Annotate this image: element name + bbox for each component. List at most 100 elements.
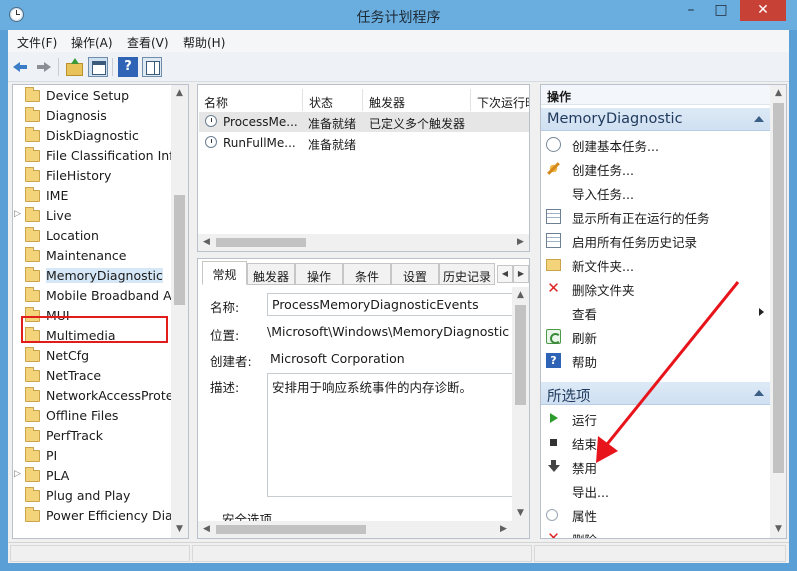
tab-scroll-left-icon[interactable]: ◀ [497,265,513,283]
details-scroll-thumb[interactable] [515,305,526,405]
tab-general[interactable]: 常规 [202,261,247,285]
expand-arrow-icon[interactable]: ▷ [14,209,22,219]
forward-arrow-icon[interactable] [33,57,53,77]
tab-actions[interactable]: 操作 [295,263,343,285]
tree-item[interactable]: File Classification Infr [13,146,179,166]
action-item[interactable]: ? 帮助 [541,349,770,372]
column-header-next-run[interactable]: 下次运行时 [471,89,529,111]
tree-item[interactable]: MemoryDiagnostic [13,266,173,286]
scroll-right-icon[interactable]: ▶ [512,234,529,251]
tree-item[interactable]: DiskDiagnostic [13,126,173,146]
menu-view[interactable]: 查看(V) [127,34,169,51]
tree-item-label: FileHistory [46,168,112,183]
tree-scroll-thumb[interactable] [174,195,185,305]
memorydiagnostic-section-header[interactable]: MemoryDiagnostic [541,108,770,131]
tab-scroll-right-icon[interactable]: ▶ [513,265,529,283]
up-folder-icon[interactable] [64,57,84,77]
maximize-button[interactable]: □ [706,0,736,21]
column-header-status[interactable]: 状态 [303,89,363,111]
tree-item[interactable]: Maintenance [13,246,173,266]
task-row[interactable]: ProcessMe... 准备就绪 已定义多个触发器 [199,112,529,132]
scroll-left-icon[interactable]: ◀ [198,521,215,538]
actions-scroll-thumb[interactable] [773,103,784,473]
action-item-label: 属性 [572,509,598,524]
details-vertical-scrollbar[interactable]: ▲ ▼ [512,287,529,522]
menu-help[interactable]: 帮助(H) [183,34,225,51]
selected-item-section-header[interactable]: 所选项 [541,382,770,405]
minimize-button[interactable]: – [676,0,706,21]
tree-item[interactable]: Mobile Broadband A [13,286,173,306]
tree-item[interactable]: ▷ PLA [13,466,173,486]
scroll-down-icon[interactable]: ▼ [770,521,786,538]
tree-item[interactable]: Location [13,226,173,246]
action-item[interactable]: 禁用 [541,455,770,478]
action-item[interactable]: 导入任务... [541,181,770,204]
action-item[interactable]: 导出... [541,479,770,502]
menu-file[interactable]: 文件(F) [17,34,57,51]
tree-item[interactable]: ▷ Live [13,206,173,226]
action-item[interactable]: 显示所有正在运行的任务 [541,205,770,228]
tree-item[interactable]: Offline Files [13,406,173,426]
show-hide-action-pane-icon[interactable] [142,57,162,77]
scroll-up-icon[interactable]: ▲ [512,287,529,304]
menu-action[interactable]: 操作(A) [71,34,113,51]
tree-item[interactable]: IME [13,186,173,206]
tree-item[interactable]: Device Setup [13,86,173,106]
tree-item[interactable]: PerfTrack [13,426,173,446]
scroll-down-icon[interactable]: ▼ [171,521,188,538]
action-item[interactable]: 结束 [541,431,770,454]
scroll-down-icon[interactable]: ▼ [512,505,529,522]
action-item[interactable]: 刷新 [541,325,770,348]
folder-icon [25,367,40,382]
action-item[interactable]: ✕ 删除文件夹 [541,277,770,300]
author-value: Microsoft Corporation [270,351,405,366]
show-hide-console-tree-icon[interactable] [88,57,108,77]
tree-vertical-scrollbar[interactable]: ▲ ▼ [171,85,188,538]
tab-triggers[interactable]: 触发器 [247,263,295,285]
details-scroll-thumb[interactable] [216,525,366,534]
scroll-up-icon[interactable]: ▲ [770,85,786,102]
close-button[interactable]: ✕ [740,0,786,21]
action-item[interactable]: ✕ 删除 [541,527,770,539]
help-icon[interactable]: ? [118,57,138,77]
expand-arrow-icon[interactable]: ▷ [14,469,22,479]
tree-item[interactable]: Power Efficiency Diag [13,506,181,526]
tree-item[interactable]: NetTrace [13,366,173,386]
tree-item[interactable]: Plug and Play [13,486,173,506]
action-item[interactable]: 运行 [541,407,770,430]
collapse-icon[interactable] [754,116,764,122]
collapse-icon[interactable] [754,390,764,396]
task-row[interactable]: RunFullMe... 准备就绪 [199,133,529,153]
description-field[interactable]: 安排用于响应系统事件的内存诊断。 [267,373,513,497]
tree-item[interactable]: Diagnosis [13,106,173,126]
actions-vertical-scrollbar[interactable]: ▲ ▼ [770,85,786,538]
action-item[interactable]: 创建任务... [541,157,770,180]
folder-icon [25,347,40,362]
title-bar[interactable]: 任务计划程序 – □ ✕ [0,0,797,30]
actions-pane: 操作 MemoryDiagnostic 创建基本任务... 创建任务... 导入任务… [540,84,787,539]
tree-item[interactable]: FileHistory [13,166,173,186]
action-item[interactable]: 启用所有任务历史记录 [541,229,770,252]
action-item[interactable]: 新文件夹... [541,253,770,276]
name-field[interactable]: ProcessMemoryDiagnosticEvents [267,293,513,316]
column-header-name[interactable]: 名称 [198,89,303,111]
tree-item[interactable]: NetCfg [13,346,173,366]
details-horizontal-scrollbar[interactable]: ◀ ▶ [198,521,529,538]
back-arrow-icon[interactable] [11,57,31,77]
tab-settings[interactable]: 设置 [391,263,439,285]
column-header-trigger[interactable]: 触发器 [363,89,471,111]
tree-item[interactable]: NetworkAccessProte [13,386,173,406]
action-item-label: 查看 [572,307,598,322]
action-item[interactable]: 属性 [541,503,770,526]
action-item[interactable]: 创建基本任务... [541,133,770,156]
tasklist-horizontal-scrollbar[interactable]: ◀ ▶ [198,234,529,251]
tab-conditions[interactable]: 条件 [343,263,391,285]
tab-history[interactable]: 历史记录 [439,263,495,285]
tasklist-scroll-thumb[interactable] [216,238,306,247]
scroll-left-icon[interactable]: ◀ [198,234,215,251]
tree-item[interactable]: PI [13,446,173,466]
scroll-right-icon[interactable]: ▶ [495,521,512,538]
action-item-label: 刷新 [572,331,598,346]
scroll-up-icon[interactable]: ▲ [171,85,188,102]
action-item[interactable]: 查看 [541,301,770,324]
